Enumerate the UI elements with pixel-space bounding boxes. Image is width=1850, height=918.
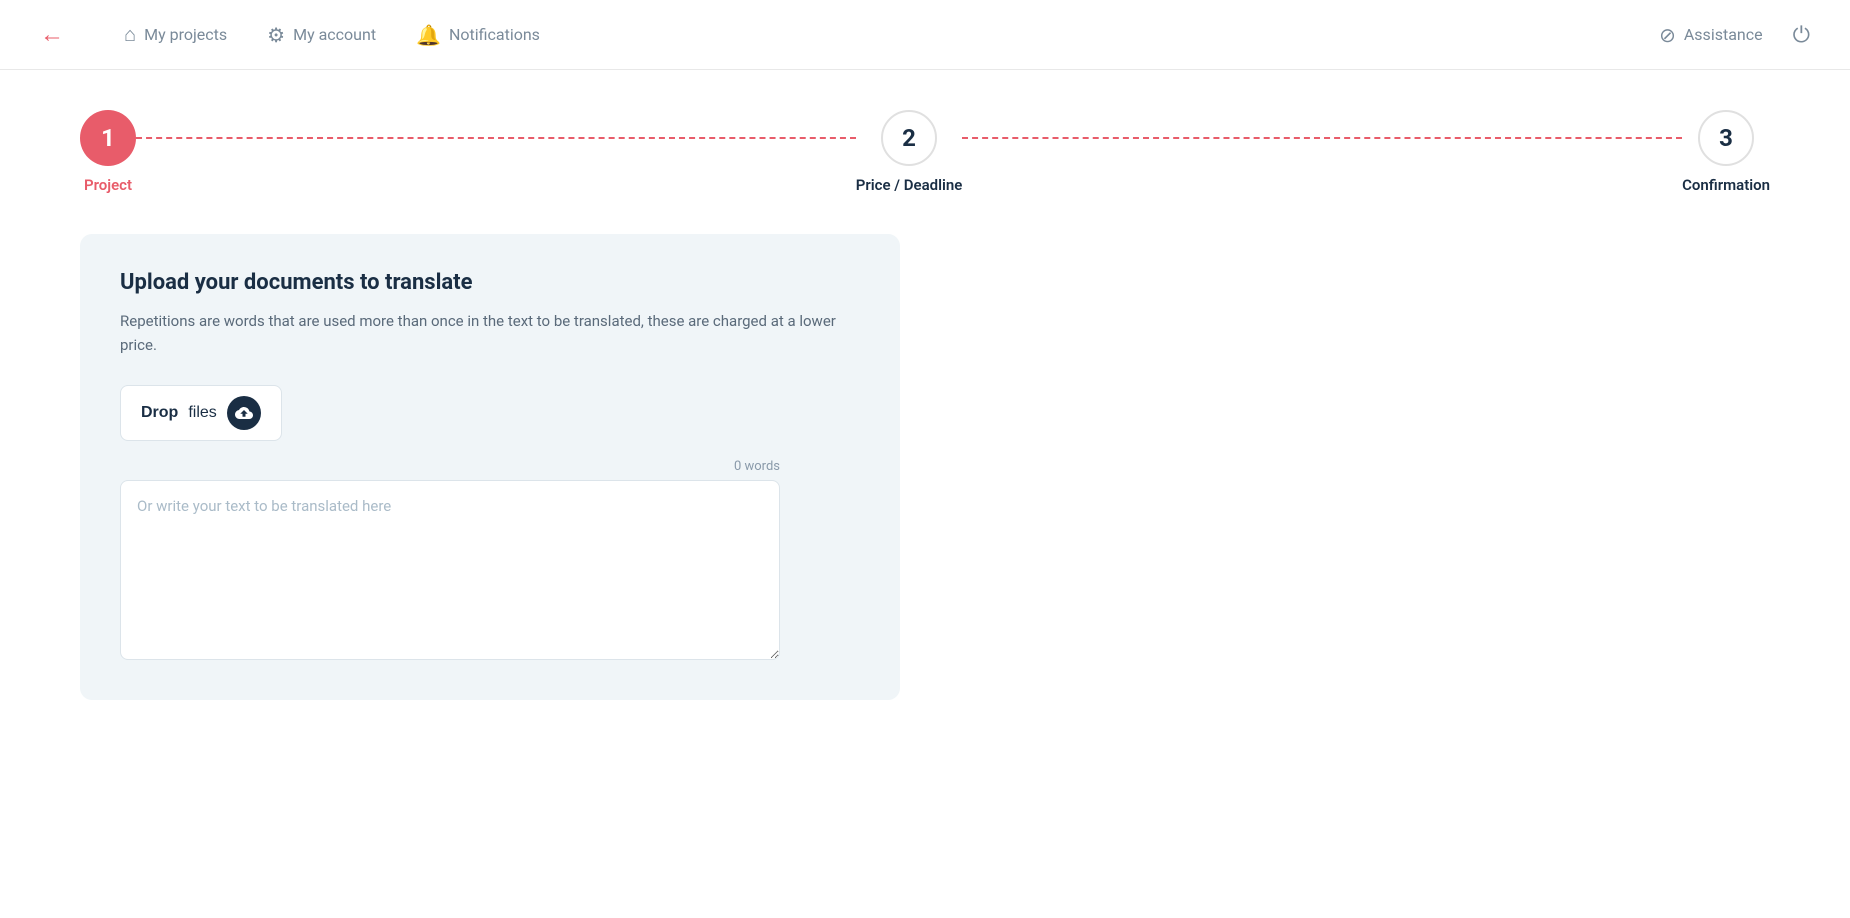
drop-files-button[interactable]: Drop files bbox=[120, 385, 282, 441]
nav-my-account-label: My account bbox=[293, 25, 376, 44]
word-count: 0 words bbox=[120, 459, 780, 474]
nav-my-account[interactable]: ⚙ My account bbox=[267, 23, 376, 47]
step-line-2 bbox=[962, 137, 1682, 139]
help-icon: ⊘ bbox=[1659, 23, 1676, 47]
step-2-label: Price / Deadline bbox=[856, 176, 963, 194]
step-2-circle: 2 bbox=[881, 110, 937, 166]
upload-cloud-icon bbox=[227, 396, 261, 430]
upload-card: Upload your documents to translate Repet… bbox=[80, 234, 900, 700]
step-3-circle: 3 bbox=[1698, 110, 1754, 166]
step-3: 3 Confirmation bbox=[1682, 110, 1770, 194]
step-1-number: 1 bbox=[101, 124, 115, 152]
header-left: ← bbox=[40, 21, 64, 49]
step-line-1 bbox=[136, 137, 856, 139]
drop-label-bold: Drop bbox=[141, 404, 178, 422]
step-2: 2 Price / Deadline bbox=[856, 110, 963, 194]
nav-my-projects-label: My projects bbox=[144, 25, 227, 44]
bell-icon: 🔔 bbox=[416, 23, 441, 47]
gear-icon: ⚙ bbox=[267, 23, 285, 47]
main-content: 1 Project 2 Price / Deadline 3 Confirmat… bbox=[0, 70, 1850, 740]
card-description: Repetitions are words that are used more… bbox=[120, 309, 860, 357]
nav-notifications-label: Notifications bbox=[449, 25, 540, 44]
step-1-circle: 1 bbox=[80, 110, 136, 166]
step-3-number: 3 bbox=[1719, 124, 1733, 152]
nav-assistance-label: Assistance bbox=[1684, 25, 1763, 44]
nav-assistance[interactable]: ⊘ Assistance bbox=[1659, 23, 1763, 47]
power-icon: ⏻ bbox=[1793, 22, 1810, 47]
step-1-label: Project bbox=[84, 176, 132, 194]
drop-label-rest: files bbox=[188, 404, 216, 422]
step-2-number: 2 bbox=[902, 124, 916, 152]
header-right: ⊘ Assistance ⏻ bbox=[1659, 22, 1810, 48]
translation-text-input[interactable] bbox=[120, 480, 780, 660]
back-arrow-icon: ← bbox=[40, 21, 64, 49]
nav-my-projects[interactable]: ⌂ My projects bbox=[124, 22, 227, 47]
back-button[interactable]: ← bbox=[40, 21, 64, 49]
card-title: Upload your documents to translate bbox=[120, 270, 860, 295]
power-button[interactable]: ⏻ bbox=[1793, 22, 1810, 48]
home-icon: ⌂ bbox=[124, 22, 136, 47]
step-1: 1 Project bbox=[80, 110, 136, 194]
nav-notifications[interactable]: 🔔 Notifications bbox=[416, 23, 540, 47]
header: ← ⌂ My projects ⚙ My account 🔔 Notificat… bbox=[0, 0, 1850, 70]
header-nav: ⌂ My projects ⚙ My account 🔔 Notificatio… bbox=[124, 22, 540, 47]
stepper: 1 Project 2 Price / Deadline 3 Confirmat… bbox=[80, 110, 1770, 194]
step-3-label: Confirmation bbox=[1682, 176, 1770, 194]
